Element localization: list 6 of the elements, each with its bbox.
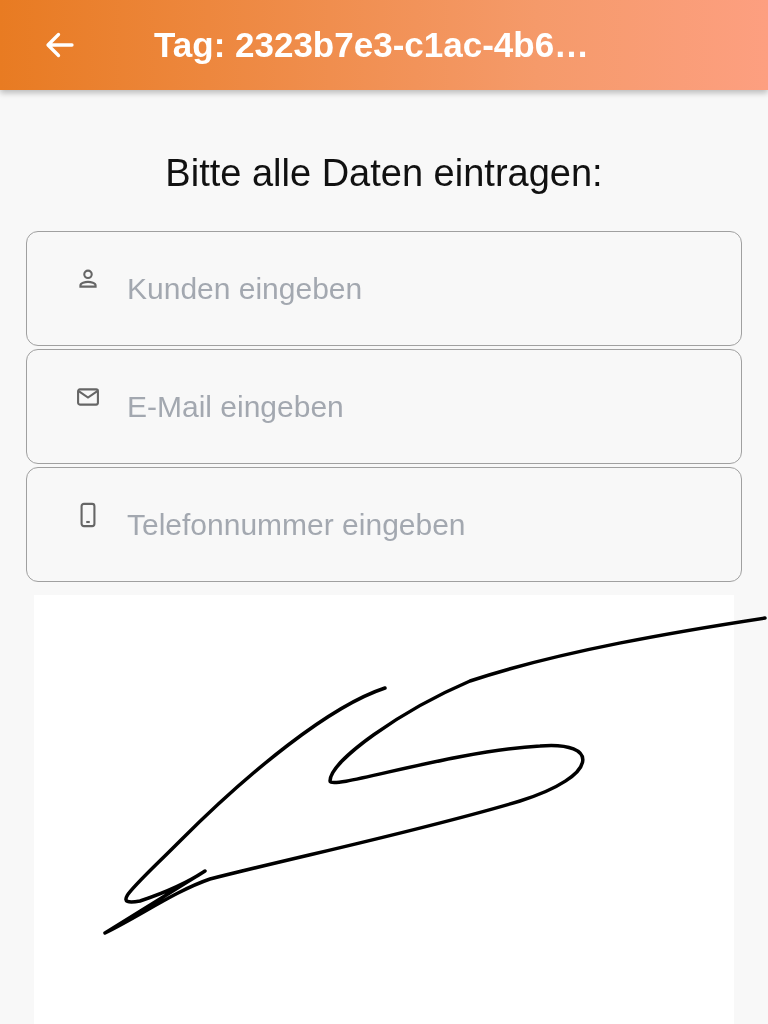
input-field[interactable]: E-Mail eingeben	[26, 349, 742, 464]
input-field[interactable]: Telefonnummer eingeben	[26, 467, 742, 582]
page-title: Tag: 2323b7e3-c1ac-4b6…	[154, 25, 590, 65]
form-heading: Bitte alle Daten eintragen:	[164, 152, 604, 195]
input-field[interactable]: Kunden eingeben	[26, 231, 742, 346]
signature-pad[interactable]	[34, 595, 734, 1024]
